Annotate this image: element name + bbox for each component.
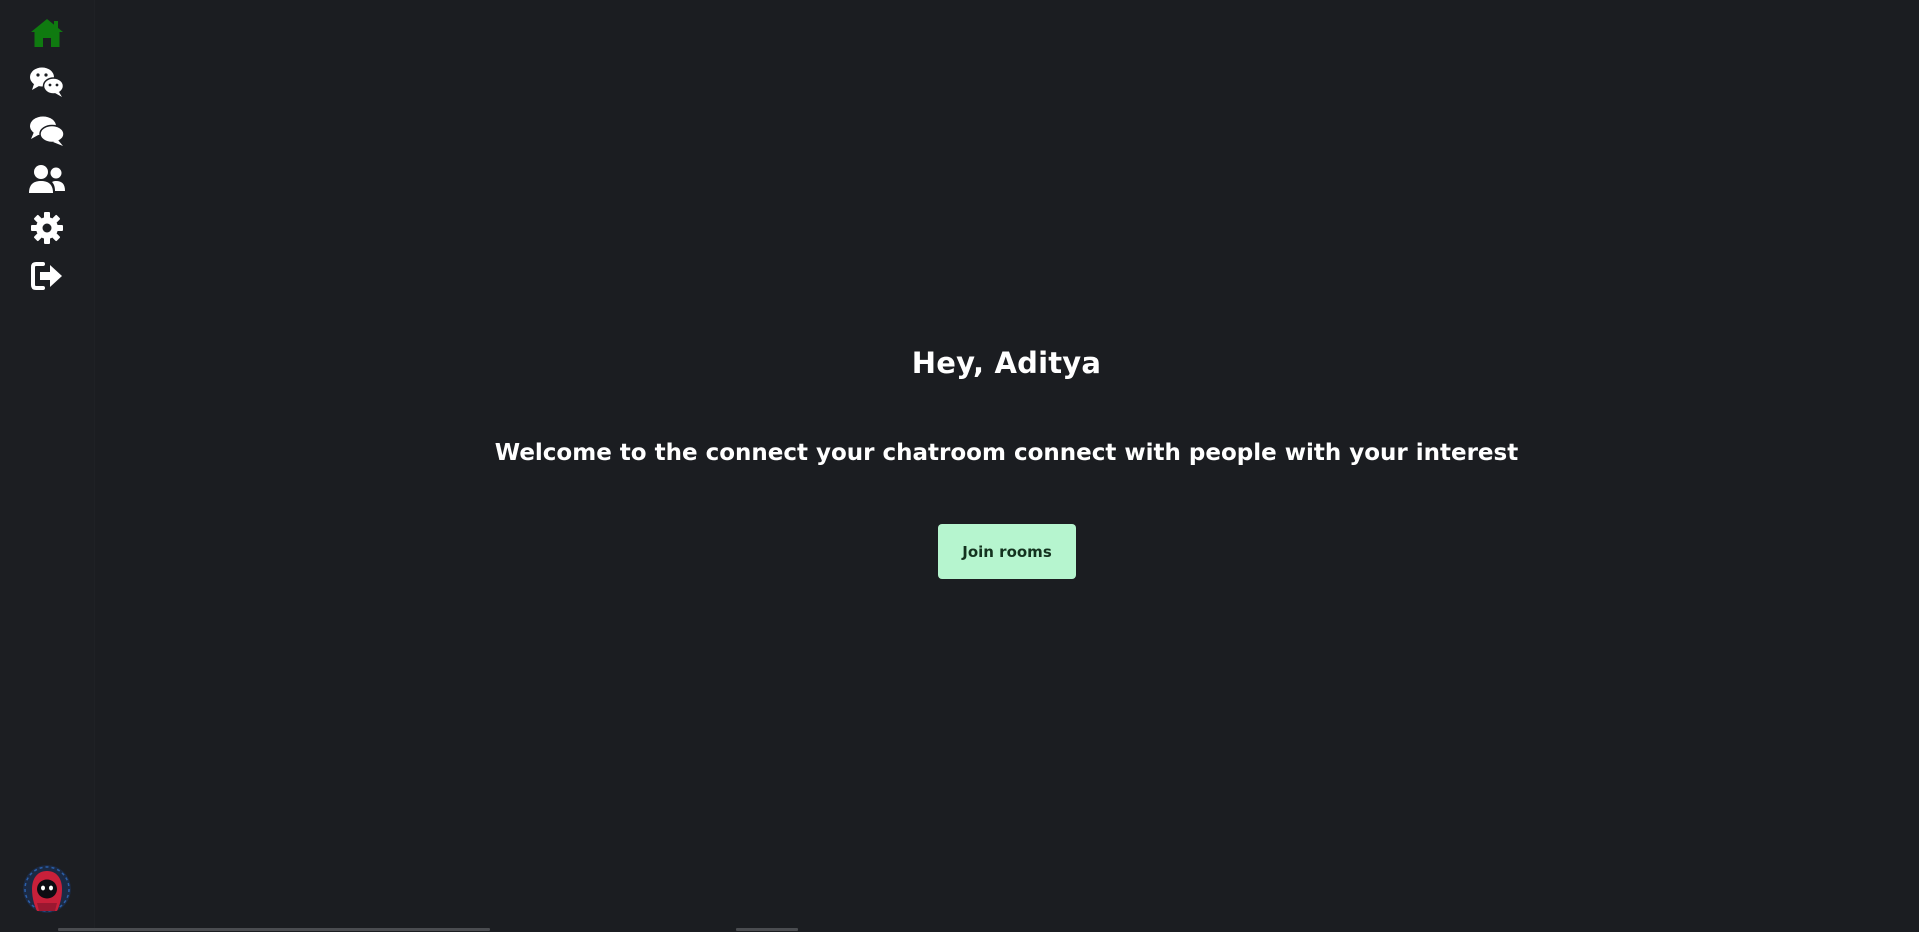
sidebar (0, 0, 95, 932)
avatar[interactable] (23, 865, 71, 913)
wechat-icon (30, 67, 65, 97)
horizontal-scrollbar-thumb[interactable] (736, 928, 798, 931)
join-rooms-button[interactable]: Join rooms (938, 524, 1076, 579)
sidebar-item-chats[interactable] (28, 65, 66, 99)
welcome-message: Welcome to the connect your chatroom con… (494, 440, 1519, 466)
comments-icon (30, 116, 65, 146)
app-window: Hey, Aditya Welcome to the connect your … (0, 0, 1919, 932)
main-content: Hey, Aditya Welcome to the connect your … (94, 0, 1919, 932)
users-icon (29, 165, 65, 193)
gear-icon (31, 212, 63, 244)
sidebar-item-home[interactable] (28, 16, 66, 50)
sidebar-item-logout[interactable] (28, 259, 66, 293)
greeting-heading: Hey, Aditya (911, 346, 1102, 380)
hooded-character-avatar (23, 865, 71, 913)
sidebar-item-settings[interactable] (28, 211, 66, 245)
sign-out-icon (31, 262, 62, 290)
sidebar-item-rooms[interactable] (28, 114, 66, 148)
sidebar-item-friends[interactable] (28, 162, 66, 196)
horizontal-scrollbar[interactable] (58, 928, 490, 931)
home-icon (31, 19, 63, 47)
